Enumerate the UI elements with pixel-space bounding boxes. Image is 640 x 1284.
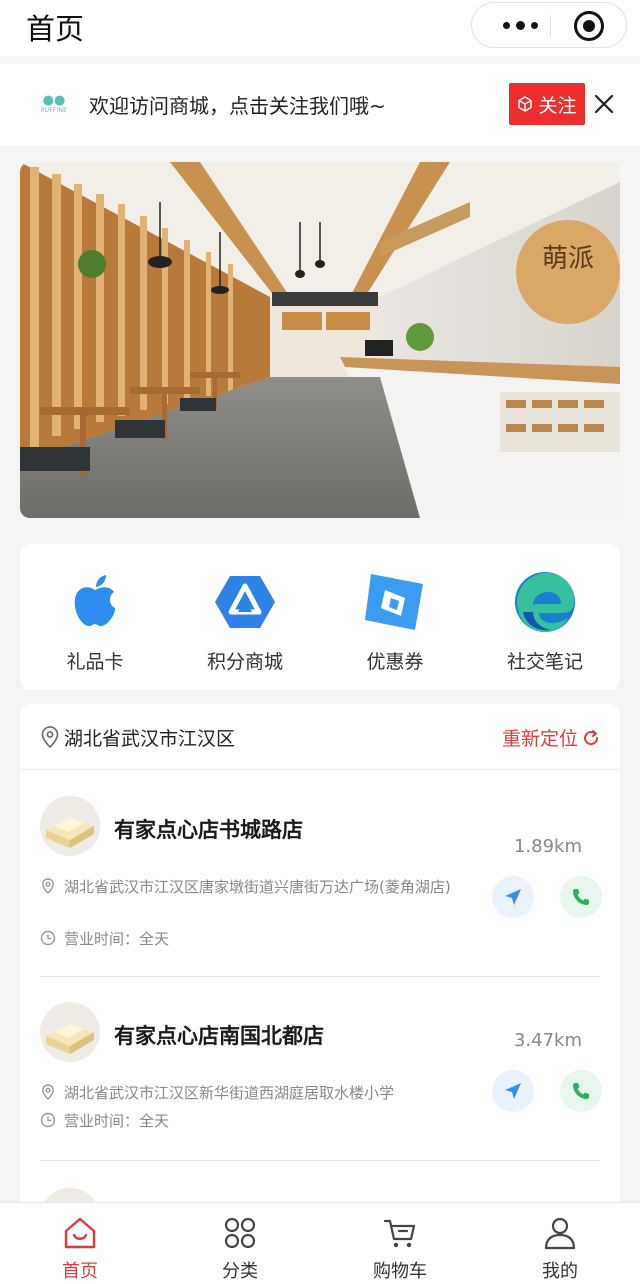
feature-label: 礼品卡 xyxy=(66,651,124,673)
bakery-interior-illustration: 萌派 xyxy=(20,162,620,518)
mini-program-capsule xyxy=(471,2,627,48)
store-name: 有家点心店书城路店 xyxy=(114,818,303,842)
store-distance: 1.89km xyxy=(513,836,583,857)
feature-coupons[interactable]: 优惠券 xyxy=(320,544,470,690)
row-divider xyxy=(40,1160,600,1161)
location-row: 湖北省武汉市江汉区 重新定位 xyxy=(20,704,620,770)
store-banner-image[interactable]: 萌派 xyxy=(20,162,620,518)
store-hours: 营业时间：全天 xyxy=(64,930,170,948)
paw-icon: ●● xyxy=(42,93,66,108)
feature-label: 社交笔记 xyxy=(506,651,583,673)
phone-icon xyxy=(573,889,589,905)
follow-message: 欢迎访问商城，点击关注我们哦~ xyxy=(89,94,386,118)
feature-label: 优惠券 xyxy=(366,651,424,673)
feature-points-mall[interactable]: 积分商城 xyxy=(170,544,320,690)
banner-sign-text: 萌派 xyxy=(542,244,594,274)
tab-label: 我的 xyxy=(542,1261,578,1282)
call-button[interactable] xyxy=(560,876,602,918)
tab-category[interactable]: 分类 xyxy=(160,1203,320,1284)
store-address: 湖北省武汉市江汉区唐家墩街道兴唐街万达广场(菱角湖店) xyxy=(64,878,451,896)
row-divider xyxy=(40,976,600,977)
brand-logo: ●● PUFFINE xyxy=(40,93,68,114)
store-distance: 3.47km xyxy=(513,1030,583,1051)
user-icon xyxy=(544,1217,576,1250)
close-program-icon[interactable] xyxy=(574,11,604,41)
tab-profile[interactable]: 我的 xyxy=(480,1203,640,1284)
page-title: 首页 xyxy=(26,12,85,46)
bottom-tab-bar: 首页 分类 购物车 我的 xyxy=(0,1202,640,1284)
clock-icon xyxy=(40,930,56,946)
apple-icon xyxy=(74,575,116,626)
navigate-button[interactable] xyxy=(492,1070,534,1112)
relocate-label: 重新定位 xyxy=(501,728,578,750)
store-address: 湖北省武汉市江汉区新华街道西湖庭居取水楼小学 xyxy=(64,1084,395,1102)
location-pin-icon xyxy=(42,1084,54,1100)
follow-button-label: 关注 xyxy=(538,94,577,117)
tab-home[interactable]: 首页 xyxy=(0,1203,160,1284)
store-hours: 营业时间：全天 xyxy=(64,1112,170,1130)
tab-cart[interactable]: 购物车 xyxy=(320,1203,480,1284)
tab-label: 购物车 xyxy=(373,1261,427,1282)
store-thumbnail xyxy=(40,796,100,856)
clock-icon xyxy=(40,1112,56,1128)
capsule-divider xyxy=(550,15,551,37)
close-icon[interactable] xyxy=(592,92,616,116)
cake-image xyxy=(40,1002,100,1062)
store-list-panel: 湖北省武汉市江汉区 重新定位 有家点心店书城路店 1.89km 湖北省武汉市江汉… xyxy=(20,704,620,1248)
feature-gift-card[interactable]: 礼品卡 xyxy=(20,544,170,690)
relocate-button[interactable]: 重新定位 xyxy=(502,724,600,751)
store-name: 有家点心店南国北都店 xyxy=(114,1024,324,1048)
top-header: 首页 xyxy=(0,0,640,56)
store-thumbnail xyxy=(40,1002,100,1062)
tab-label: 首页 xyxy=(62,1261,98,1282)
more-menu-icon[interactable] xyxy=(490,3,550,47)
cube-icon xyxy=(518,96,533,112)
cart-icon xyxy=(383,1219,416,1248)
edge-browser-icon xyxy=(515,572,575,632)
follow-bar: ●● PUFFINE 欢迎访问商城，点击关注我们哦~ 关注 xyxy=(0,64,640,146)
location-pin-icon xyxy=(41,726,59,748)
refresh-icon xyxy=(584,729,599,745)
feature-social-notes[interactable]: 社交笔记 xyxy=(470,544,620,690)
location-pin-icon xyxy=(42,878,54,894)
phone-icon xyxy=(573,1083,589,1099)
follow-button[interactable]: 关注 xyxy=(509,83,585,125)
navigate-button[interactable] xyxy=(492,876,534,918)
navigation-arrow-icon xyxy=(505,889,521,905)
square-logo-icon xyxy=(365,574,423,630)
feature-label: 积分商城 xyxy=(206,651,283,673)
cake-image xyxy=(40,796,100,856)
call-button[interactable] xyxy=(560,1070,602,1112)
current-city: 湖北省武汉市江汉区 xyxy=(64,728,236,750)
category-icon xyxy=(224,1217,256,1249)
navigation-arrow-icon xyxy=(505,1083,521,1099)
home-icon xyxy=(64,1217,96,1249)
feature-grid: 礼品卡 积分商城 优惠券 社交笔记 xyxy=(20,544,620,690)
triangle-logo-icon xyxy=(215,576,275,628)
tab-label: 分类 xyxy=(222,1261,258,1282)
